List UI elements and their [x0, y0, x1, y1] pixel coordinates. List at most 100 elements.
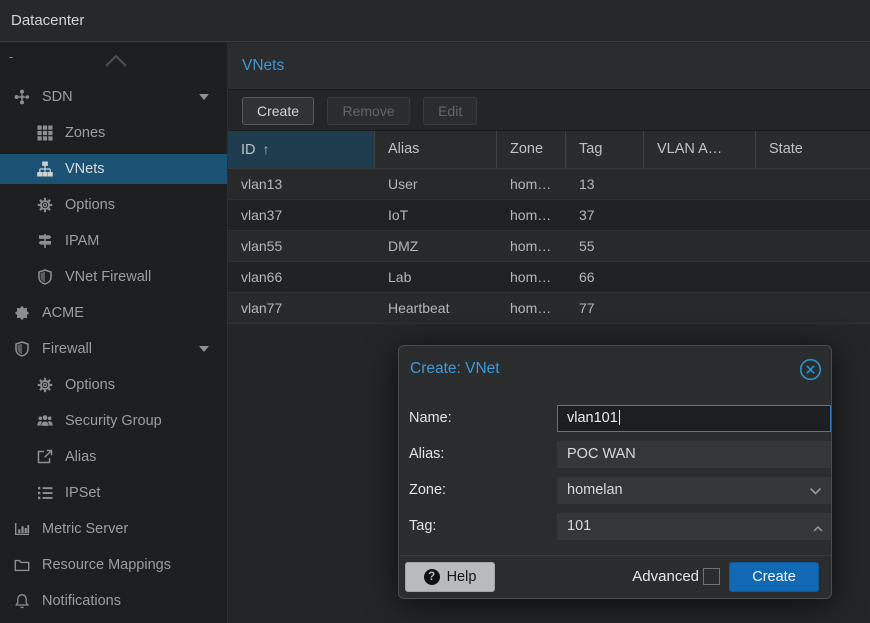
cell-vlan-aware[interactable]	[644, 169, 756, 199]
field-row-zone: Zone:homelan	[409, 477, 819, 504]
sidebar-item-vnet-firewall[interactable]: VNet Firewall	[0, 259, 227, 295]
sidebar-item-label: Options	[65, 377, 115, 393]
sidebar-item-label: Zones	[65, 125, 105, 141]
remove-button[interactable]: Remove	[327, 97, 409, 125]
table-row-vlan77[interactable]: vlan77Heartbeathom…77	[228, 293, 870, 324]
advanced-checkbox[interactable]	[703, 568, 720, 585]
cell-tag[interactable]: 55	[566, 231, 644, 261]
column-header-label: ID	[241, 142, 256, 158]
sidebar-item-ipset[interactable]: IPSet	[0, 475, 227, 511]
cell-id[interactable]: vlan66	[228, 262, 375, 292]
sidebar-item-label: VNets	[65, 161, 105, 177]
sidebar-item-security-group[interactable]: Security Group	[0, 403, 227, 439]
cell-alias[interactable]: IoT	[375, 200, 497, 230]
field-row-tag: Tag: 101	[409, 513, 819, 540]
cell-vlan-aware[interactable]	[644, 293, 756, 323]
sidebar-item-vnets[interactable]: VNets	[0, 151, 227, 187]
sidebar-item-ipam[interactable]: IPAM	[0, 223, 227, 259]
cell-state[interactable]	[756, 262, 870, 292]
field-value: homelan	[567, 482, 623, 498]
cell-tag[interactable]: 37	[566, 200, 644, 230]
chevron-down-icon[interactable]	[809, 478, 822, 503]
edit-button[interactable]: Edit	[423, 97, 477, 125]
toolbar: Create Remove Edit	[228, 90, 870, 131]
caret-down-icon[interactable]	[199, 94, 209, 100]
column-header-state[interactable]: State	[756, 131, 870, 168]
cell-id[interactable]: vlan13	[228, 169, 375, 199]
table-row-vlan55[interactable]: vlan55DMZhom…55	[228, 231, 870, 262]
breadcrumb-datacenter: Datacenter	[0, 0, 870, 42]
column-header-alias[interactable]: Alias	[375, 131, 497, 168]
field-label-tag: Tag:	[409, 513, 436, 540]
table-row-vlan37[interactable]: vlan37IoThom…37	[228, 200, 870, 231]
alias-field[interactable]: POC WAN	[557, 441, 831, 468]
tree-root-partial[interactable]: -	[0, 43, 227, 79]
zone-field[interactable]: homelan	[557, 477, 831, 504]
column-header-zone[interactable]: Zone	[497, 131, 566, 168]
create-button[interactable]: Create	[242, 97, 314, 125]
column-header-vlan-aware[interactable]: VLAN A…	[644, 131, 756, 168]
sidebar-item-firewall[interactable]: Firewall	[0, 331, 227, 367]
cell-state[interactable]	[756, 169, 870, 199]
sidebar-item-label: Firewall	[42, 341, 92, 357]
help-button[interactable]: ? Help	[405, 562, 495, 592]
cell-tag[interactable]: 66	[566, 262, 644, 292]
sidebar-item-label: Notifications	[42, 593, 121, 609]
sidebar-item-notifications[interactable]: Notifications	[0, 583, 227, 619]
column-header-tag[interactable]: Tag	[566, 131, 644, 168]
cell-id[interactable]: vlan37	[228, 200, 375, 230]
cell-vlan-aware[interactable]	[644, 262, 756, 292]
name-field[interactable]: vlan101	[557, 405, 831, 432]
cell-id[interactable]: vlan77	[228, 293, 375, 323]
grid-icon	[37, 125, 56, 141]
cell-state[interactable]	[756, 293, 870, 323]
cell-vlan-aware[interactable]	[644, 200, 756, 230]
sidebar-item-acme[interactable]: ACME	[0, 295, 227, 331]
sidebar-item-label: VNet Firewall	[65, 269, 151, 285]
cell-alias[interactable]: Heartbeat	[375, 293, 497, 323]
sidebar-tree: - SDNZonesVNetsOptionsIPAMVNet FirewallA…	[0, 43, 228, 623]
table-row-vlan13[interactable]: vlan13Userhom…13	[228, 169, 870, 200]
cell-state[interactable]	[756, 200, 870, 230]
cell-tag[interactable]: 13	[566, 169, 644, 199]
dialog-title: Create: VNet	[410, 346, 500, 390]
sidebar-item-alias[interactable]: Alias	[0, 439, 227, 475]
cell-alias[interactable]: User	[375, 169, 497, 199]
spinner-up-icon[interactable]	[813, 516, 823, 540]
sidebar-item-options[interactable]: Options	[0, 367, 227, 403]
sdn-nodes-icon	[14, 89, 33, 105]
sidebar-item-label: Resource Mappings	[42, 557, 171, 573]
sidebar-item-options[interactable]: Options	[0, 187, 227, 223]
page-title: VNets	[228, 43, 870, 90]
cell-state[interactable]	[756, 231, 870, 261]
column-header-label: Alias	[388, 141, 419, 157]
caret-down-icon[interactable]	[199, 346, 209, 352]
sidebar-item-resource-mappings[interactable]: Resource Mappings	[0, 547, 227, 583]
chevron-up-icon[interactable]	[100, 51, 132, 71]
sidebar-item-metric-server[interactable]: Metric Server	[0, 511, 227, 547]
sidebar-item-sdn[interactable]: SDN	[0, 79, 227, 115]
dialog-create-button[interactable]: Create	[729, 562, 819, 592]
close-icon[interactable]	[799, 358, 822, 381]
cell-zone[interactable]: hom…	[497, 231, 566, 261]
sidebar-item-zones[interactable]: Zones	[0, 115, 227, 151]
field-label-name: Name:	[409, 405, 452, 432]
cell-alias[interactable]: DMZ	[375, 231, 497, 261]
column-header-id[interactable]: ID↑	[228, 131, 375, 168]
field-value: 101	[567, 518, 591, 534]
users-icon	[37, 413, 56, 429]
cell-tag[interactable]: 77	[566, 293, 644, 323]
spinner-buttons[interactable]	[813, 516, 823, 540]
table-row-vlan66[interactable]: vlan66Labhom…66	[228, 262, 870, 293]
cell-zone[interactable]: hom…	[497, 200, 566, 230]
cell-vlan-aware[interactable]	[644, 231, 756, 261]
cell-id[interactable]: vlan55	[228, 231, 375, 261]
cell-zone[interactable]: hom…	[497, 293, 566, 323]
tag-field[interactable]: 101	[557, 513, 831, 540]
field-row-alias: Alias:POC WAN	[409, 441, 819, 468]
tree-root-label[interactable]: -	[9, 49, 13, 64]
cell-alias[interactable]: Lab	[375, 262, 497, 292]
cell-zone[interactable]: hom…	[497, 262, 566, 292]
cell-zone[interactable]: hom…	[497, 169, 566, 199]
certificate-icon	[14, 305, 33, 321]
